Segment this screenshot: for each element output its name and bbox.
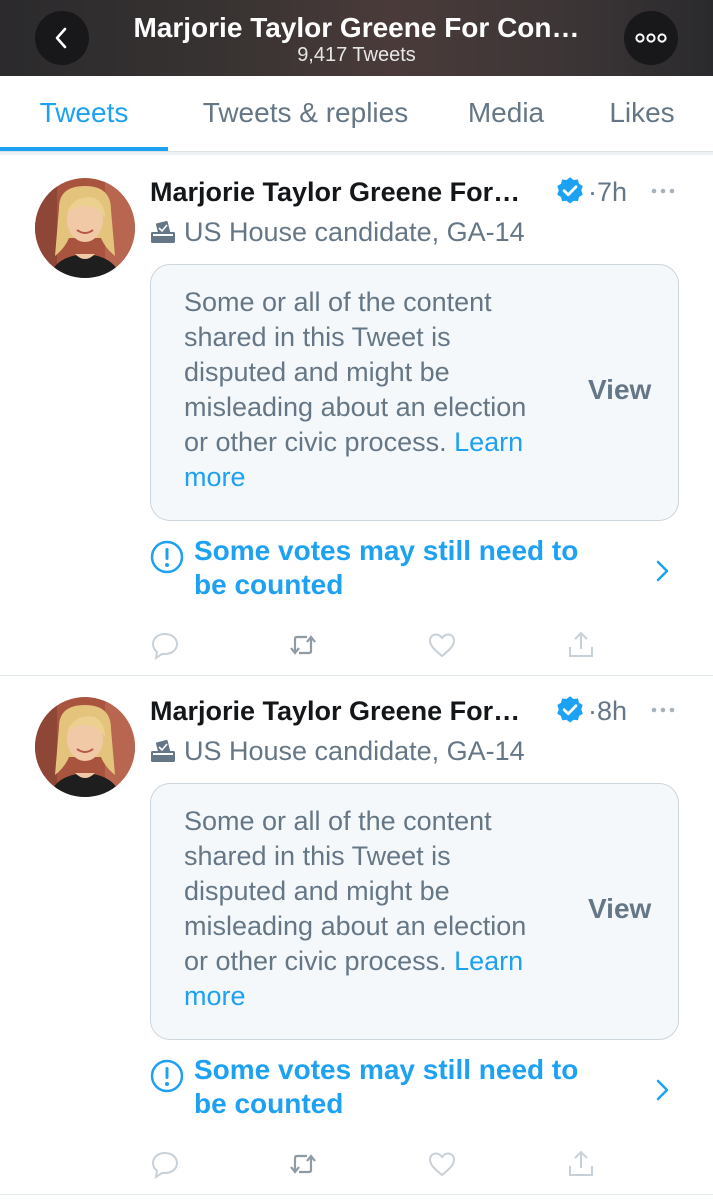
header-title: Marjorie Taylor Greene For Con… bbox=[133, 12, 580, 43]
ballot-box-icon bbox=[151, 739, 175, 762]
tweet-time-value: 7h bbox=[597, 177, 628, 207]
tweet-time: ·8h bbox=[588, 696, 628, 726]
notice-text: Some or all of the content shared in thi… bbox=[184, 285, 554, 495]
tab-tweets-and-replies[interactable]: Tweets & replies bbox=[178, 76, 433, 152]
view-button[interactable]: View bbox=[588, 891, 651, 927]
tweet-time-value: 8h bbox=[597, 696, 628, 726]
exclamation-circle-icon bbox=[150, 540, 184, 574]
profile-header: Marjorie Taylor Greene For Con… 9,417 Tw… bbox=[0, 0, 713, 76]
avatar[interactable] bbox=[35, 697, 135, 797]
share-icon[interactable] bbox=[566, 630, 596, 660]
retweet-icon[interactable] bbox=[288, 1149, 318, 1179]
notice-text: Some or all of the content shared in thi… bbox=[184, 804, 554, 1014]
candidate-label-text: US House candidate, GA-14 bbox=[184, 217, 525, 247]
tweet-actions bbox=[0, 626, 713, 666]
like-icon[interactable] bbox=[427, 630, 457, 660]
tab-media[interactable]: Media bbox=[455, 76, 557, 152]
exclamation-circle-icon bbox=[150, 1059, 184, 1093]
reply-icon[interactable] bbox=[150, 1149, 180, 1179]
tweet-time: ·7h bbox=[588, 177, 628, 207]
election-warning-text: Some votes may still need to be counted bbox=[194, 1054, 579, 1119]
tweet[interactable]: Marjorie Taylor Greene For… ·7h US House… bbox=[0, 156, 713, 676]
tweet-count: 9,417 Tweets bbox=[297, 44, 416, 66]
tweet[interactable]: Marjorie Taylor Greene For… ·8h US House… bbox=[0, 675, 713, 1195]
tweet-actions bbox=[0, 1145, 713, 1185]
reply-icon[interactable] bbox=[150, 630, 180, 660]
avatar[interactable] bbox=[35, 178, 135, 278]
disputed-content-notice: Some or all of the content shared in thi… bbox=[150, 783, 679, 1040]
view-button[interactable]: View bbox=[588, 372, 651, 408]
candidate-label-text: US House candidate, GA-14 bbox=[184, 736, 525, 766]
tab-likes[interactable]: Likes bbox=[595, 76, 689, 152]
divider bbox=[0, 152, 713, 155]
disputed-content-notice: Some or all of the content shared in thi… bbox=[150, 264, 679, 521]
tweet-menu-icon[interactable] bbox=[648, 176, 678, 206]
chevron-right-icon bbox=[656, 560, 669, 582]
more-options-button[interactable] bbox=[624, 11, 678, 65]
chevron-right-icon bbox=[656, 1079, 669, 1101]
display-name[interactable]: Marjorie Taylor Greene For… bbox=[150, 693, 545, 729]
display-name[interactable]: Marjorie Taylor Greene For… bbox=[150, 174, 545, 210]
profile-tabs: Tweets Tweets & replies Media Likes bbox=[0, 76, 713, 152]
more-horizontal-icon bbox=[635, 33, 667, 43]
active-tab-indicator bbox=[0, 147, 168, 151]
tab-tweets[interactable]: Tweets bbox=[0, 76, 168, 152]
verified-badge-icon bbox=[557, 696, 583, 723]
verified-badge-icon bbox=[557, 177, 583, 204]
share-icon[interactable] bbox=[566, 1149, 596, 1179]
like-icon[interactable] bbox=[427, 1149, 457, 1179]
election-warning-text: Some votes may still need to be counted bbox=[194, 535, 579, 600]
retweet-icon[interactable] bbox=[288, 630, 318, 660]
tweet-menu-icon[interactable] bbox=[648, 695, 678, 725]
election-warning-link[interactable]: Some votes may still need to be counted bbox=[150, 1053, 679, 1131]
chevron-left-icon bbox=[55, 27, 67, 49]
back-button[interactable] bbox=[35, 11, 89, 65]
election-warning-link[interactable]: Some votes may still need to be counted bbox=[150, 534, 679, 612]
ballot-box-icon bbox=[151, 220, 175, 243]
